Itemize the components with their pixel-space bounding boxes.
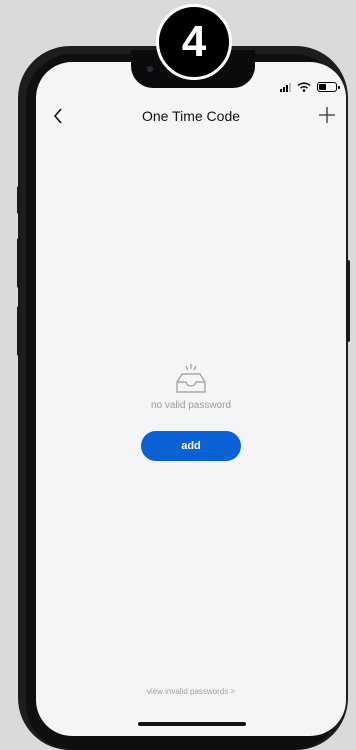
home-indicator[interactable] [138,722,246,726]
back-button[interactable] [46,104,70,128]
page-title: One Time Code [141,108,241,124]
status-bar [280,80,340,94]
add-button[interactable]: add [141,431,241,461]
signal-icon [280,82,291,92]
power-button [346,260,350,342]
empty-tray-icon [176,364,206,393]
nav-bar: One Time Code [36,98,346,134]
empty-state: no valid password add [36,360,346,461]
step-number-badge: 4 [156,4,232,80]
silent-switch [17,186,22,214]
wifi-icon [297,82,311,92]
view-invalid-passwords-link[interactable]: view invalid passwords > [36,687,346,696]
chevron-left-icon [53,108,62,124]
empty-message: no valid password [150,400,232,411]
volume-down-button [17,306,22,356]
front-camera [147,66,153,72]
plus-icon [319,107,335,123]
add-code-button[interactable] [314,102,340,128]
volume-up-button [17,238,22,288]
battery-icon [317,82,340,92]
